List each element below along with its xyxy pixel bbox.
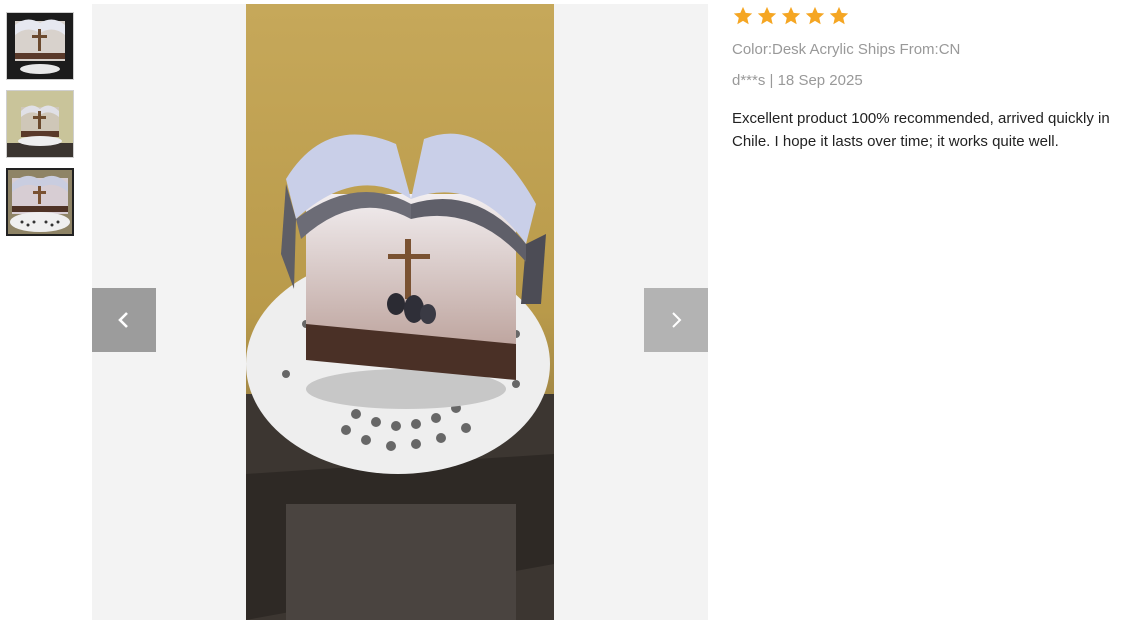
- thumbnail-1[interactable]: [6, 12, 74, 80]
- thumbnail-3[interactable]: [6, 168, 74, 236]
- previous-image-button[interactable]: [92, 288, 156, 352]
- thumbnail-2[interactable]: [6, 90, 74, 158]
- thumbnail-image: [7, 13, 73, 79]
- thumbnail-image: [8, 170, 72, 234]
- review-panel: Color:Desk Acrylic Ships From:CN d***s |…: [732, 5, 1112, 153]
- star-icon: [757, 6, 777, 25]
- thumbnail-image: [7, 91, 73, 157]
- chevron-left-icon: [118, 312, 128, 328]
- image-viewer: [92, 4, 708, 620]
- review-text: Excellent product 100% recommended, arri…: [732, 110, 1110, 150]
- star-icon: [781, 6, 801, 25]
- thumbnail-list: [6, 12, 76, 246]
- star-icon: [829, 6, 849, 25]
- star-icon: [805, 6, 825, 25]
- star-rating: [732, 5, 1112, 27]
- next-image-button[interactable]: [644, 288, 708, 352]
- star-icon: [733, 6, 753, 25]
- chevron-right-icon: [672, 312, 682, 328]
- review-author-date: d***s | 18 Sep 2025: [732, 72, 863, 89]
- review-photo: [246, 4, 554, 620]
- review-attributes: Color:Desk Acrylic Ships From:CN: [732, 41, 961, 58]
